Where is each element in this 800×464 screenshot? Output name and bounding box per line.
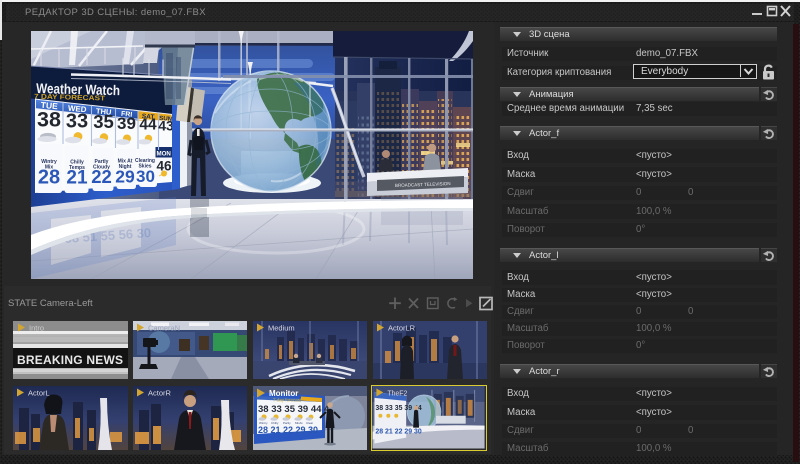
svg-text:33: 33 (66, 110, 88, 132)
svg-text:28: 28 (38, 167, 60, 189)
svg-text:MON: MON (156, 150, 171, 157)
svg-text:ActorL: ActorL (28, 389, 50, 398)
svg-text:BREAKING NEWS: BREAKING NEWS (17, 353, 123, 367)
svg-text:21: 21 (66, 168, 88, 189)
svg-text:29: 29 (115, 167, 135, 187)
svg-text:44: 44 (139, 117, 157, 134)
svg-text:7 day forecast: 7 day forecast (273, 398, 302, 403)
svg-text:22: 22 (91, 166, 112, 187)
svg-text:TheF2: TheF2 (387, 390, 407, 397)
svg-text:CameraN: CameraN (148, 323, 180, 332)
svg-text:30: 30 (136, 167, 155, 186)
svg-text:28 21 22 29 30: 28 21 22 29 30 (375, 429, 421, 436)
svg-text:38 33 35 39 44 4: 38 33 35 39 44 4 (258, 404, 330, 415)
svg-text:ActorR: ActorR (148, 389, 172, 398)
svg-text:Intro: Intro (29, 323, 44, 332)
svg-text:28 21 22 29 30: 28 21 22 29 30 (258, 425, 318, 435)
svg-text:38: 38 (37, 108, 61, 132)
svg-text:39: 39 (117, 114, 136, 133)
svg-text:ActorLR: ActorLR (388, 323, 416, 332)
svg-text:43: 43 (158, 117, 174, 133)
svg-text:Medium: Medium (268, 323, 295, 332)
svg-text:35: 35 (93, 111, 114, 132)
